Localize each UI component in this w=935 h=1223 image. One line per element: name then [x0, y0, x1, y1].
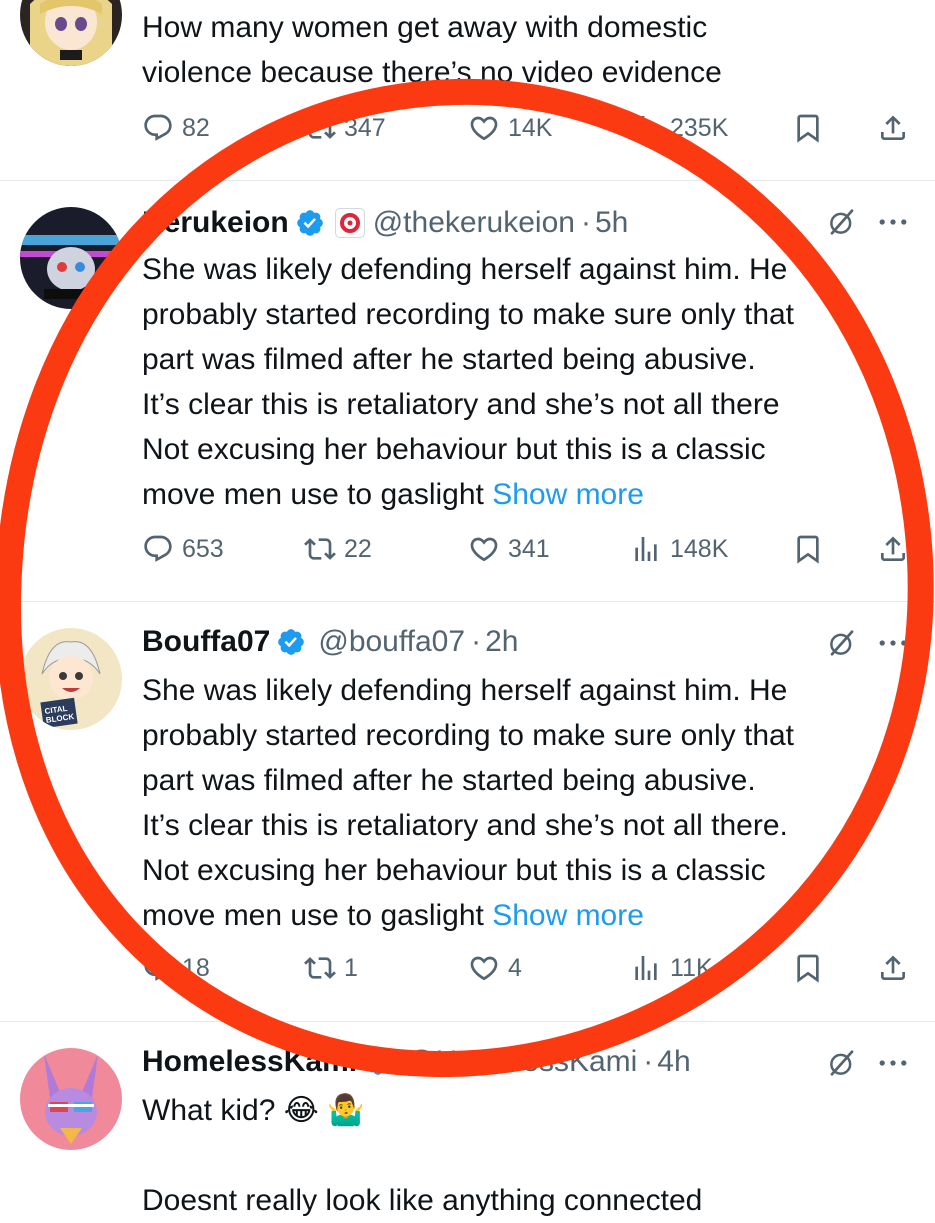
tweet[interactable]: CITAL BLOCK Bouffa07 @bouffa07 · 2h She … — [0, 602, 935, 1020]
repost-count: 22 — [344, 534, 372, 563]
handle[interactable]: @HomelessKami — [405, 1045, 637, 1079]
reply-button[interactable]: 82 — [142, 112, 210, 144]
separator-dot: · — [471, 625, 482, 658]
handle[interactable]: @bouffa07 — [318, 625, 465, 659]
reply-icon — [142, 112, 174, 144]
bookmark-button[interactable] — [792, 533, 824, 565]
tweet-body: She was likely defending herself against… — [142, 674, 795, 932]
bookmark-icon — [792, 112, 824, 144]
show-more-link[interactable]: Show more — [492, 899, 644, 932]
bookmark-icon — [792, 533, 824, 565]
repost-button[interactable]: 1 — [304, 952, 358, 984]
affiliation-badge-icon[interactable] — [334, 208, 365, 238]
more-options-icon[interactable] — [875, 207, 911, 237]
like-button[interactable]: 4 — [468, 952, 522, 984]
tweet-text: How many women get away with domestic vi… — [142, 11, 722, 89]
view-count: 11K — [670, 953, 713, 982]
more-options-icon[interactable] — [875, 628, 911, 658]
share-button[interactable] — [877, 533, 909, 565]
timestamp[interactable]: 5h — [595, 206, 628, 240]
repost-icon — [304, 533, 336, 565]
bookmark-icon — [792, 952, 824, 984]
verified-badge-icon — [363, 1047, 393, 1077]
heart-icon — [468, 112, 500, 144]
share-icon — [877, 952, 909, 984]
repost-button[interactable]: 22 — [304, 533, 372, 565]
views-button[interactable]: 11K — [630, 952, 713, 984]
tweet[interactable]: HomelessKami @HomelessKami · 4h What kid… — [0, 1022, 935, 1217]
views-button[interactable]: 148K — [630, 533, 728, 565]
tweet[interactable]: Kerukeion @thekerukeion · 5h She was lik… — [0, 181, 935, 601]
avatar-image: CITAL BLOCK — [20, 628, 122, 730]
repost-button[interactable]: 347 — [304, 112, 386, 144]
show-more-link[interactable]: Show more — [492, 478, 644, 511]
display-name[interactable]: HomelessKami — [142, 1045, 357, 1079]
like-count: 14K — [508, 113, 553, 142]
tweet[interactable]: How many women get away with domestic vi… — [0, 0, 935, 180]
views-button[interactable]: 235K — [630, 112, 728, 144]
separator-dot: · — [580, 206, 591, 239]
glitch-art-avatar[interactable] — [20, 207, 122, 309]
like-count: 4 — [508, 953, 522, 982]
timestamp[interactable]: 2h — [485, 625, 518, 659]
bookmark-button[interactable] — [792, 952, 824, 984]
view-count: 148K — [670, 534, 729, 563]
grok-icon[interactable] — [827, 628, 857, 658]
display-name[interactable]: Kerukeion — [142, 206, 289, 240]
bookmark-button[interactable] — [792, 112, 824, 144]
grok-icon[interactable] — [827, 1048, 857, 1078]
handle[interactable]: @thekerukeion — [373, 206, 575, 240]
views-icon — [630, 952, 662, 984]
share-icon — [877, 533, 909, 565]
tweet-body: She was likely defending herself against… — [142, 253, 795, 511]
tweet-header: HomelessKami @HomelessKami · 4h — [142, 1042, 691, 1082]
repost-icon — [304, 952, 336, 984]
reply-button[interactable]: 653 — [142, 533, 224, 565]
avatar-image — [20, 0, 122, 66]
cartoon-rabbit-avatar[interactable] — [20, 1048, 122, 1150]
share-button[interactable] — [877, 952, 909, 984]
tweet-actions: 653 22 341 148K — [142, 533, 917, 573]
reply-icon — [142, 952, 174, 984]
anime-girl-avatar[interactable] — [20, 0, 122, 66]
share-button[interactable] — [877, 112, 909, 144]
separator-dot: · — [643, 1045, 654, 1078]
tweet-header: Kerukeion @thekerukeion · 5h — [142, 203, 628, 243]
tweet-text: She was likely defending herself against… — [142, 668, 922, 938]
tweet-text: What kid? 😂 🤷‍♂️ — [142, 1094, 365, 1127]
views-icon — [630, 533, 662, 565]
tweet-text-continued: Doesnt really look like anything connect… — [142, 1184, 703, 1217]
grok-icon[interactable] — [827, 207, 857, 237]
avatar-image — [20, 207, 122, 309]
verified-badge-icon — [295, 208, 325, 238]
views-icon — [630, 112, 662, 144]
verified-badge-icon — [276, 627, 306, 657]
repost-count: 1 — [344, 953, 358, 982]
like-count: 341 — [508, 534, 550, 563]
like-button[interactable]: 341 — [468, 533, 550, 565]
view-count: 235K — [670, 113, 729, 142]
reply-count: 653 — [182, 534, 224, 563]
tweet-text: She was likely defending herself against… — [142, 247, 922, 517]
anime-boy-book-avatar[interactable]: CITAL BLOCK — [20, 628, 122, 730]
reply-count: 82 — [182, 113, 210, 142]
avatar-image — [20, 1048, 122, 1150]
heart-icon — [468, 533, 500, 565]
tweet-actions: 18 1 4 11K — [142, 952, 917, 992]
timestamp[interactable]: 4h — [657, 1045, 690, 1079]
tweet-header: Bouffa07 @bouffa07 · 2h — [142, 622, 518, 662]
like-button[interactable]: 14K — [468, 112, 552, 144]
more-options-icon[interactable] — [875, 1048, 911, 1078]
heart-icon — [468, 952, 500, 984]
tweet-actions: 82 347 14K 235K — [142, 112, 917, 152]
reply-icon — [142, 533, 174, 565]
display-name[interactable]: Bouffa07 — [142, 625, 270, 659]
share-icon — [877, 112, 909, 144]
repost-count: 347 — [344, 113, 386, 142]
reply-count: 18 — [182, 953, 210, 982]
reply-button[interactable]: 18 — [142, 952, 210, 984]
repost-icon — [304, 112, 336, 144]
